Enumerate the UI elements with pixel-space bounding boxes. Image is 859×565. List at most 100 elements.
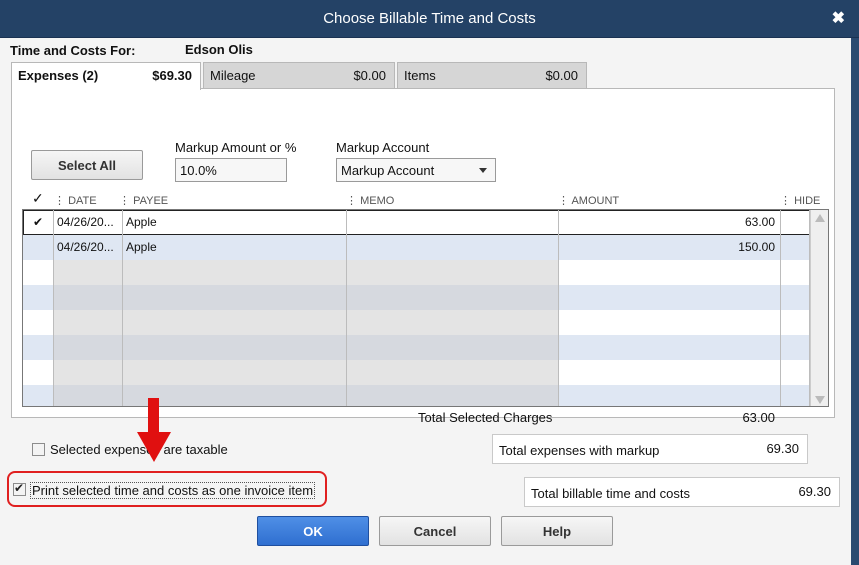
time-and-costs-for-label: Time and Costs For: <box>10 43 136 58</box>
expenses-table: ✔ 04/26/20... Apple 63.00 04/26/20... Ap… <box>22 209 829 407</box>
chevron-down-icon <box>479 168 487 173</box>
table-row-empty <box>23 335 810 360</box>
close-icon[interactable]: ✖ <box>832 8 845 28</box>
help-button[interactable]: Help <box>501 516 613 546</box>
empty-cell <box>559 260 781 285</box>
tab-items-label: Items <box>404 68 436 83</box>
payee-cell[interactable]: Apple <box>123 210 347 235</box>
tab-expenses-label: Expenses (2) <box>18 68 99 83</box>
date-cell[interactable]: 04/26/20... <box>54 235 123 260</box>
scroll-up-icon[interactable] <box>815 214 825 222</box>
empty-cell <box>559 310 781 335</box>
empty-cell <box>23 360 54 385</box>
table-row[interactable]: 04/26/20... Apple 150.00 <box>23 235 810 260</box>
red-arrow-head-icon <box>137 432 171 462</box>
total-expenses-markup-box: Total expenses with markup 69.30 <box>492 434 808 464</box>
total-selected-charges-value: 63.00 <box>742 410 775 425</box>
date-cell[interactable]: 04/26/20... <box>54 210 123 235</box>
table-row[interactable]: ✔ 04/26/20... Apple 63.00 <box>23 210 810 235</box>
tab-mileage[interactable]: Mileage $0.00 <box>203 62 395 88</box>
tab-mileage-value: $0.00 <box>353 68 386 83</box>
column-header-amount-label: AMOUNT <box>571 195 620 207</box>
empty-cell <box>781 260 810 285</box>
empty-cell <box>23 335 54 360</box>
taxable-checkbox[interactable] <box>32 443 45 456</box>
empty-cell <box>54 260 123 285</box>
empty-cell <box>123 260 347 285</box>
memo-cell[interactable] <box>347 210 559 235</box>
total-billable-label: Total billable time and costs <box>531 486 690 501</box>
markup-account-value: Markup Account <box>341 163 435 178</box>
total-expenses-markup-value: 69.30 <box>766 441 799 456</box>
empty-cell <box>123 310 347 335</box>
tab-mileage-label: Mileage <box>210 68 256 83</box>
hide-cell[interactable] <box>781 210 810 235</box>
empty-cell <box>347 310 559 335</box>
total-expenses-markup-label: Total expenses with markup <box>499 443 660 458</box>
row-check-cell[interactable] <box>23 235 54 260</box>
total-billable-box: Total billable time and costs 69.30 <box>524 477 840 507</box>
column-header-hide[interactable]: ⋮ HIDE <box>780 194 820 207</box>
tab-items[interactable]: Items $0.00 <box>397 62 587 88</box>
column-header-payee[interactable]: ⋮ PAYEE <box>119 194 168 207</box>
column-header-hide-label: HIDE <box>794 195 821 207</box>
column-header-date[interactable]: ⋮ DATE <box>54 194 97 207</box>
column-header-payee-label: PAYEE <box>133 195 169 207</box>
markup-amount-label: Markup Amount or % <box>175 140 297 155</box>
ok-button[interactable]: OK <box>257 516 369 546</box>
empty-cell <box>123 360 347 385</box>
markup-account-dropdown[interactable]: Markup Account <box>336 158 496 182</box>
select-all-button[interactable]: Select All <box>31 150 143 180</box>
column-header-check[interactable]: ✓ <box>32 190 44 207</box>
table-row-empty <box>23 360 810 385</box>
empty-cell <box>781 360 810 385</box>
empty-cell <box>559 360 781 385</box>
empty-cell <box>781 310 810 335</box>
tab-expenses[interactable]: Expenses (2) $69.30 <box>11 62 201 90</box>
markup-account-label: Markup Account <box>336 140 430 155</box>
empty-cell <box>347 385 559 406</box>
column-header-memo[interactable]: ⋮ MEMO <box>346 194 394 207</box>
total-selected-charges-label: Total Selected Charges <box>418 410 553 425</box>
empty-cell <box>781 285 810 310</box>
vertical-scrollbar[interactable] <box>810 210 828 406</box>
highlight-box <box>7 471 327 507</box>
empty-cell <box>559 335 781 360</box>
payee-cell[interactable]: Apple <box>123 235 347 260</box>
empty-cell <box>123 335 347 360</box>
table-row-empty <box>23 285 810 310</box>
table-row-empty <box>23 310 810 335</box>
column-header-amount[interactable]: ⋮ AMOUNT <box>558 194 619 207</box>
scroll-down-icon[interactable] <box>815 396 825 404</box>
row-check-cell[interactable]: ✔ <box>23 210 54 235</box>
memo-cell[interactable] <box>347 235 559 260</box>
window-title: Choose Billable Time and Costs <box>323 10 536 27</box>
empty-cell <box>54 310 123 335</box>
markup-amount-field[interactable]: 10.0% <box>175 158 287 182</box>
empty-cell <box>54 385 123 406</box>
window-border <box>851 38 859 565</box>
empty-cell <box>123 285 347 310</box>
empty-cell <box>781 335 810 360</box>
empty-cell <box>23 260 54 285</box>
table-row-empty <box>23 260 810 285</box>
empty-cell <box>23 310 54 335</box>
empty-cell <box>54 360 123 385</box>
title-bar: Choose Billable Time and Costs ✖ <box>0 0 859 38</box>
amount-cell[interactable]: 63.00 <box>559 210 781 235</box>
customer-name: Edson Olis <box>185 42 253 57</box>
empty-cell <box>347 285 559 310</box>
column-header-memo-label: MEMO <box>360 195 395 207</box>
amount-cell[interactable]: 150.00 <box>559 235 781 260</box>
red-arrow-icon <box>148 398 159 434</box>
empty-cell <box>54 285 123 310</box>
empty-cell <box>54 335 123 360</box>
empty-cell <box>559 285 781 310</box>
empty-cell <box>781 385 810 406</box>
column-header-date-label: DATE <box>68 195 97 207</box>
hide-cell[interactable] <box>781 235 810 260</box>
empty-cell <box>347 335 559 360</box>
empty-cell <box>23 285 54 310</box>
cancel-button[interactable]: Cancel <box>379 516 491 546</box>
total-billable-value: 69.30 <box>798 484 831 499</box>
